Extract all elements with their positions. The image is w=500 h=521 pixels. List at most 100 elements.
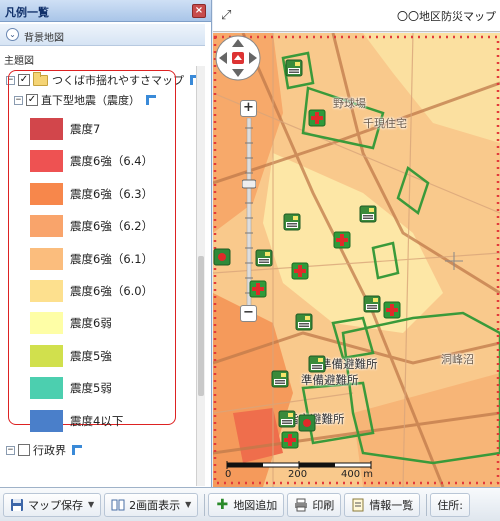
map-label-evacuation: 準備避難所 xyxy=(301,373,359,387)
dual-view-icon xyxy=(111,499,125,510)
legend-label: 震度6強（6.2） xyxy=(70,219,154,234)
legend-item: 震度6強（6.3） xyxy=(30,179,153,209)
facility-icon[interactable] xyxy=(298,414,316,432)
legend-item: 震度5強 xyxy=(30,341,112,371)
toolbar-separator xyxy=(204,493,206,516)
shelter-icon[interactable] xyxy=(285,59,303,77)
map-title: 〇〇地区防災マップ xyxy=(397,10,496,23)
legend-swatch xyxy=(30,344,63,367)
map-label-area: 千現住宅 xyxy=(363,117,407,130)
facility-icon[interactable] xyxy=(213,248,231,266)
print-label: 印刷 xyxy=(312,498,335,512)
legend-item: 震度6強（6.1） xyxy=(30,244,153,274)
link-arrow-icon[interactable] xyxy=(72,445,82,455)
collapse-icon[interactable]: − xyxy=(6,445,15,455)
save-icon xyxy=(11,498,23,511)
scale-bar: 0 200 400 m xyxy=(225,459,375,483)
legend-item: 震度6強（6.4） xyxy=(30,146,153,176)
legend-swatch xyxy=(30,215,63,238)
legend-swatch xyxy=(30,247,63,270)
dropdown-arrow-icon[interactable]: ▼ xyxy=(88,500,94,509)
legend-swatch xyxy=(30,377,63,400)
plus-icon: ✚ xyxy=(216,496,229,513)
save-map-label: マップ保存 xyxy=(28,498,83,512)
map-label-evacuation: 準備避難所 xyxy=(320,357,378,371)
legend-label: 震度6強（6.3） xyxy=(70,186,154,201)
scale-label-200: 200 xyxy=(288,469,308,480)
theme-map-label: 主題図 xyxy=(4,56,34,67)
legend-swatch xyxy=(30,312,63,335)
shelter-icon[interactable] xyxy=(295,313,313,331)
info-list-label: 情報一覧 xyxy=(369,498,414,512)
legend-label: 震度6弱 xyxy=(70,316,112,331)
dual-view-label: 2画面表示 xyxy=(129,498,181,512)
bottom-toolbar: マップ保存 ▼ 2画面表示 ▼ ✚ 地図追加 印刷 情報一覧 住所: xyxy=(0,487,500,521)
zoom-out-button[interactable]: − xyxy=(240,305,257,322)
background-map-row[interactable]: ⌄ 背景地図 xyxy=(0,24,205,46)
info-list-button[interactable]: 情報一覧 xyxy=(344,492,421,517)
close-icon[interactable]: × xyxy=(192,4,206,18)
legend-panel-header: 凡例一覧 × xyxy=(0,0,211,22)
shelter-icon[interactable] xyxy=(255,249,273,267)
print-button[interactable]: 印刷 xyxy=(287,492,342,517)
address-label: 住所: xyxy=(437,498,464,512)
expand-icon[interactable]: ⤢ xyxy=(221,8,235,23)
legend-swatch xyxy=(30,182,63,205)
dropdown-arrow-icon[interactable]: ▼ xyxy=(185,500,191,509)
legend-item: 震度5弱 xyxy=(30,373,112,403)
shelter-icon[interactable] xyxy=(271,370,289,388)
legend-item: 震度4以下 xyxy=(30,406,123,436)
shelter-icon[interactable] xyxy=(308,355,326,373)
map-canvas[interactable]: 野球場 千現住宅 洞峰沼 準備避難所 準備避難所 指定避難所 + − 0 200… xyxy=(213,33,500,487)
legend-swatch xyxy=(30,118,63,140)
pan-control[interactable] xyxy=(213,33,263,83)
toolbar-separator xyxy=(426,493,428,516)
legend-panel: 凡例一覧 × ⌄ 背景地図 主題図 − ✓ つくば市揺れやすさマップ − ✓ 直… xyxy=(0,0,212,487)
scale-label-0: 0 xyxy=(225,469,232,480)
hospital-icon[interactable] xyxy=(333,231,351,249)
save-map-button[interactable]: マップ保存 ▼ xyxy=(3,492,102,517)
boundary-label: 行政界 xyxy=(33,444,66,457)
shelter-icon[interactable] xyxy=(278,410,296,428)
boundary-checkbox[interactable] xyxy=(18,444,30,456)
legend-item: 震度6強（6.2） xyxy=(30,211,153,241)
scrollbar-thumb[interactable] xyxy=(198,256,204,396)
legend-item: 震度7 xyxy=(30,114,100,144)
legend-label: 震度5弱 xyxy=(70,381,112,396)
background-map-label: 背景地図 xyxy=(24,33,64,44)
legend-label: 震度5強 xyxy=(70,348,112,363)
legend-label: 震度4以下 xyxy=(70,413,124,428)
hospital-icon[interactable] xyxy=(383,301,401,319)
map-label-area: 洞峰沼 xyxy=(441,353,474,366)
legend-label: 震度6強（6.4） xyxy=(70,154,154,169)
legend-swatch xyxy=(30,409,63,432)
shelter-icon[interactable] xyxy=(283,213,301,231)
legend-panel-title: 凡例一覧 xyxy=(5,6,49,19)
legend-label: 震度6強（6.1） xyxy=(70,251,154,266)
shelter-icon[interactable] xyxy=(359,205,377,223)
legend-item: 震度6弱 xyxy=(30,308,112,338)
map-title-bar: ⤢ 〇〇地区防災マップ xyxy=(213,0,500,32)
hospital-icon[interactable] xyxy=(249,280,267,298)
address-field[interactable]: 住所: xyxy=(430,492,471,517)
dual-view-button[interactable]: 2画面表示 ▼ xyxy=(104,492,199,517)
hospital-icon[interactable] xyxy=(291,262,309,280)
add-map-button[interactable]: ✚ 地図追加 xyxy=(208,492,285,517)
zoom-in-button[interactable]: + xyxy=(240,100,257,117)
legend-label: 震度7 xyxy=(70,122,101,136)
legend-item: 震度6強（6.0） xyxy=(30,276,153,306)
chevron-down-icon[interactable]: ⌄ xyxy=(6,28,19,41)
scale-label-400: 400 m xyxy=(341,469,374,480)
printer-icon xyxy=(295,498,308,511)
scrollbar[interactable] xyxy=(196,66,205,486)
shelter-icon[interactable] xyxy=(363,295,381,313)
hospital-icon[interactable] xyxy=(308,109,326,127)
legend-label: 震度6強（6.0） xyxy=(70,284,154,298)
map-label-area: 野球場 xyxy=(333,97,366,110)
legend-swatch xyxy=(30,150,63,173)
legend-swatch xyxy=(30,280,63,302)
hospital-icon[interactable] xyxy=(281,431,299,449)
add-map-label: 地図追加 xyxy=(233,498,278,512)
boundary-row[interactable]: − 行政界 xyxy=(6,442,82,458)
layer-tree: − ✓ つくば市揺れやすさマップ − ✓ 直下型地震（震度） 震度7 震度6強（6… xyxy=(0,66,205,486)
